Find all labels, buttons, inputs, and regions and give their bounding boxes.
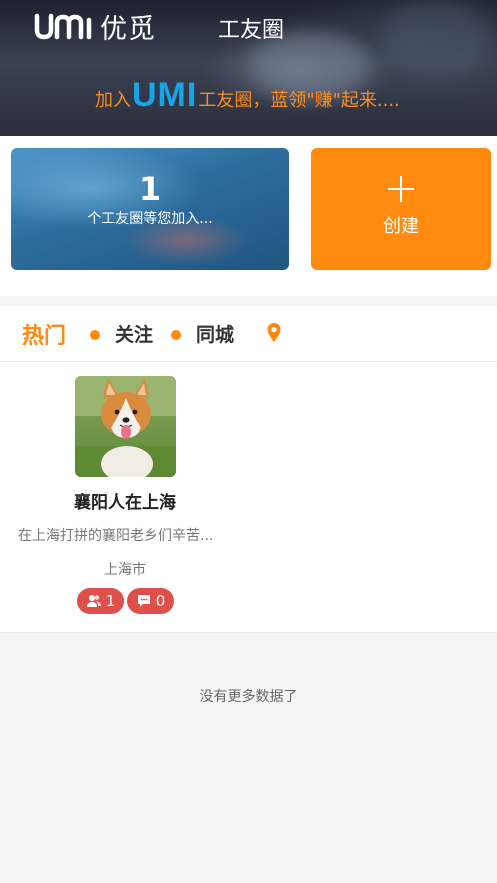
header-banner: 优觅 工友圈 加入 UMI 工友圈，蓝领"赚"起来.... — [0, 0, 497, 136]
app-logo: 优觅 — [34, 8, 156, 45]
umi-logo-mark — [34, 13, 92, 40]
no-more-data-text: 没有更多数据了 — [199, 689, 298, 705]
slogan-prefix: 加入 — [95, 90, 131, 111]
create-group-button[interactable]: 创建 — [311, 148, 491, 270]
group-card[interactable]: 襄阳人在上海 在上海打拼的襄阳老乡们辛苦... 上海市 1 0 — [0, 362, 250, 632]
group-name: 襄阳人在上海 — [74, 493, 176, 513]
comment-count-badge: 0 — [127, 588, 174, 614]
slogan: 加入 UMI 工友圈，蓝领"赚"起来.... — [95, 76, 400, 115]
action-cards: 1 个工友圈等您加入... 创建 — [0, 136, 497, 296]
join-groups-card[interactable]: 1 个工友圈等您加入... — [11, 148, 289, 270]
tab-same-city[interactable]: 同城 — [196, 320, 234, 347]
member-count: 1 — [105, 592, 116, 610]
members-icon — [86, 595, 101, 607]
create-label: 创建 — [383, 216, 419, 237]
group-filter-tabs: 热门 关注 同城 — [0, 296, 497, 362]
slogan-brand: UMI — [132, 76, 198, 114]
plus-icon — [388, 176, 414, 202]
tab-separator-dot — [90, 330, 100, 340]
page-title: 工友圈 — [218, 18, 285, 43]
map-pin-icon[interactable] — [266, 322, 282, 344]
tab-hot[interactable]: 热门 — [22, 318, 66, 350]
comment-icon — [137, 595, 150, 607]
group-avatar — [75, 376, 176, 477]
member-count-badge: 1 — [77, 588, 124, 614]
slogan-suffix: 工友圈，蓝领"赚"起来.... — [198, 90, 400, 111]
logo-chinese-text: 优觅 — [100, 13, 156, 45]
tab-follow[interactable]: 关注 — [115, 320, 153, 347]
group-description: 在上海打拼的襄阳老乡们辛苦... — [18, 528, 214, 544]
join-groups-desc: 个工友圈等您加入... — [87, 211, 213, 227]
tab-separator-dot — [171, 330, 181, 340]
available-group-count: 1 — [138, 170, 162, 208]
group-city: 上海市 — [104, 562, 146, 578]
comment-count: 0 — [155, 592, 166, 610]
group-list: 襄阳人在上海 在上海打拼的襄阳老乡们辛苦... 上海市 1 0 — [0, 362, 497, 633]
